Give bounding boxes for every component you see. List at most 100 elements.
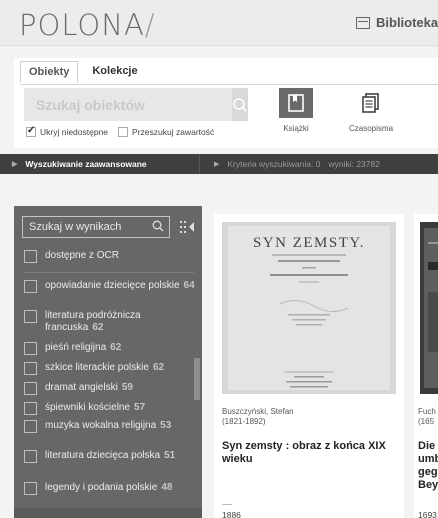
author-dates: (165 bbox=[418, 417, 435, 426]
search-input[interactable] bbox=[24, 88, 232, 121]
search-icon[interactable] bbox=[152, 220, 164, 232]
triangle-right-icon: ▶ bbox=[12, 161, 18, 168]
facet-label: literatura dziecięca polska bbox=[45, 450, 161, 461]
triangle-right-icon: ▶ bbox=[214, 161, 220, 168]
cover-title: SYN ZEMSTY. bbox=[253, 235, 365, 251]
type-books-label: Książki bbox=[283, 124, 309, 133]
facet-label: muzyka wokalna religijna bbox=[45, 420, 157, 431]
polona-logo[interactable]: POLONA/ bbox=[19, 8, 156, 42]
type-magazines-label: Czasopisma bbox=[349, 124, 394, 133]
author-name: Fuch bbox=[418, 407, 436, 416]
facet-checkbox[interactable] bbox=[24, 362, 37, 375]
search-button[interactable] bbox=[232, 88, 248, 121]
facet-checkbox[interactable] bbox=[24, 482, 37, 495]
results-count: wyniki: 23782 bbox=[328, 159, 380, 169]
result-title[interactable]: Syn zemsty : obraz z końca XIX wieku bbox=[222, 440, 400, 466]
logo-slash: / bbox=[144, 8, 156, 42]
facet-separator bbox=[24, 272, 194, 273]
facet-label: legendy i podania polskie bbox=[45, 482, 158, 493]
facet-item[interactable]: szkice literackie polskie 62 bbox=[24, 362, 195, 375]
search-options: Ukryj niedostępne Przeszukuj zawartość bbox=[26, 125, 214, 137]
result-year: 1886 bbox=[222, 510, 241, 518]
collapse-sidebar-icon[interactable] bbox=[179, 220, 195, 234]
tab-collections[interactable]: Kolekcje bbox=[84, 61, 145, 83]
facet-item[interactable]: pieśń religijna 62 bbox=[24, 342, 195, 355]
facet-item[interactable]: opowiadanie dziecięce polskie 64 bbox=[24, 280, 195, 293]
book-icon bbox=[288, 94, 304, 112]
search-panel: Obiekty Kolekcje Książki bbox=[14, 58, 438, 148]
result-author: Fuch (165 bbox=[418, 407, 436, 427]
advanced-search-toggle[interactable]: ▶ Wyszukiwanie zaawansowane bbox=[0, 154, 200, 174]
magazine-icon bbox=[362, 93, 379, 113]
facet-count: 64 bbox=[183, 280, 195, 291]
title-page-image bbox=[420, 222, 438, 394]
facet-checkbox[interactable] bbox=[24, 250, 37, 263]
sidebar-scrollbar[interactable] bbox=[194, 358, 200, 400]
facet-item[interactable]: literatura podróżnicza francuska 62 bbox=[24, 310, 195, 334]
facet-checkbox[interactable] bbox=[24, 342, 37, 355]
title-line: Bey bbox=[418, 479, 438, 491]
facet-item[interactable]: muzyka wokalna religijna 53 bbox=[24, 420, 175, 433]
facet-count: 48 bbox=[161, 482, 173, 493]
type-magazines-button[interactable]: Czasopisma bbox=[349, 88, 393, 133]
facet-label: dostępne z OCR bbox=[45, 250, 119, 261]
tabs-divider bbox=[20, 84, 438, 85]
facet-count: 59 bbox=[121, 382, 133, 393]
author-dates: (1821-1892) bbox=[222, 417, 266, 426]
logo-text: POLONA bbox=[19, 8, 145, 42]
search-tabs: Obiekty Kolekcje bbox=[20, 61, 146, 83]
search-content-option[interactable]: Przeszukuj zawartość bbox=[118, 127, 214, 137]
library-label: Biblioteka bbox=[376, 15, 438, 30]
result-author: Buszczyński, Stefan (1821-1892) bbox=[222, 407, 294, 427]
result-title[interactable]: Die umb geg Bey bbox=[418, 440, 438, 492]
advanced-search-bar: ▶ Wyszukiwanie zaawansowane ▶ Kryteria w… bbox=[0, 154, 438, 174]
title-line: umb bbox=[418, 453, 438, 465]
results-search-placeholder: Szukaj w wynikach bbox=[29, 221, 122, 233]
search-content-label: Przeszukuj zawartość bbox=[132, 127, 215, 137]
results-search-field[interactable]: Szukaj w wynikach bbox=[22, 216, 170, 238]
facet-count: 53 bbox=[160, 420, 172, 431]
facet-checkbox[interactable] bbox=[24, 382, 37, 395]
result-card[interactable]: SYN ZEMSTY. Buszczyński, Stefan (1821-18… bbox=[214, 214, 404, 518]
facet-checkbox[interactable] bbox=[24, 402, 37, 415]
title-page-image: SYN ZEMSTY. bbox=[222, 222, 396, 394]
facet-label: dramat angielski bbox=[45, 382, 118, 393]
top-header: POLONA/ Biblioteka bbox=[0, 0, 438, 46]
facet-item[interactable]: śpiewniki kościelne 57 bbox=[24, 402, 195, 415]
card-divider bbox=[222, 504, 232, 505]
book-cover-thumbnail[interactable] bbox=[420, 222, 438, 394]
facet-item[interactable]: dramat angielski 59 bbox=[24, 382, 195, 395]
facet-checkbox[interactable] bbox=[24, 310, 37, 323]
author-name: Buszczyński, Stefan bbox=[222, 407, 294, 416]
facet-checkbox[interactable] bbox=[24, 450, 37, 463]
facet-label: opowiadanie dziecięce polskie bbox=[45, 280, 180, 291]
facet-checkbox[interactable] bbox=[24, 420, 37, 433]
search-box bbox=[24, 88, 248, 121]
book-cover-thumbnail[interactable]: SYN ZEMSTY. bbox=[222, 222, 396, 394]
facet-item[interactable]: literatura dziecięca polska 51 bbox=[24, 450, 185, 463]
result-year: 1693 bbox=[418, 510, 437, 518]
facet-count: 62 bbox=[152, 362, 165, 373]
facet-ocr[interactable]: dostępne z OCR bbox=[24, 250, 195, 263]
sidebar-footer bbox=[14, 508, 202, 518]
title-line: geg bbox=[418, 466, 438, 478]
facet-label: śpiewniki kościelne bbox=[45, 402, 131, 413]
type-books-button[interactable]: Książki bbox=[279, 88, 313, 133]
criteria-count: Kryteria wyszukiwania: 0 bbox=[227, 159, 321, 169]
facet-item[interactable]: legendy i podania polskie 48 bbox=[24, 482, 185, 495]
facet-checkbox[interactable] bbox=[24, 280, 37, 293]
search-criteria: ▶ Kryteria wyszukiwania: 0 wyniki: 23782 bbox=[200, 159, 380, 169]
library-link[interactable]: Biblioteka bbox=[356, 15, 438, 30]
tab-objects[interactable]: Obiekty bbox=[20, 61, 79, 83]
advanced-search-label: Wyszukiwanie zaawansowane bbox=[25, 159, 147, 169]
hide-unavailable-checkbox[interactable] bbox=[26, 125, 36, 137]
search-icon bbox=[233, 97, 247, 112]
search-content-checkbox[interactable] bbox=[118, 127, 129, 137]
facet-count: 57 bbox=[134, 402, 146, 413]
result-card[interactable]: Fuch (165 Die umb geg Bey 1693 bbox=[414, 214, 438, 518]
book-icon-box bbox=[279, 88, 313, 118]
facet-label: pieśń religijna bbox=[45, 342, 107, 353]
filter-sidebar: Szukaj w wynikach dostępne z OCR opowiad… bbox=[14, 206, 202, 518]
hide-unavailable-label: Ukryj niedostępne bbox=[40, 127, 109, 137]
hide-unavailable-option[interactable]: Ukryj niedostępne bbox=[26, 125, 109, 137]
